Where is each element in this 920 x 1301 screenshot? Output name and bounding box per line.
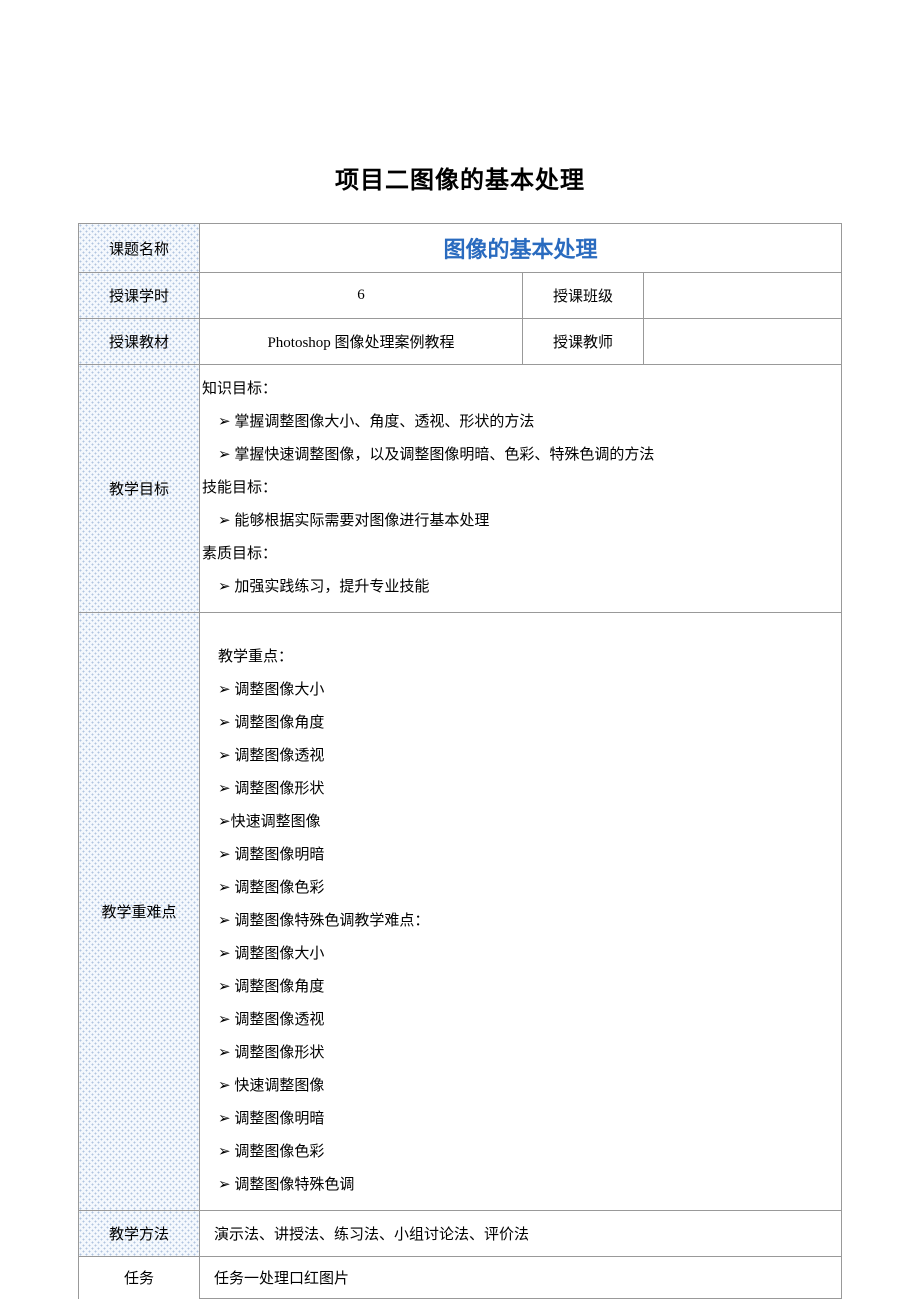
label-class: 授课班级	[523, 273, 644, 319]
objectives-skill-1: ➢ 能够根据实际需要对图像进行基本处理	[200, 505, 831, 538]
label-method: 教学方法	[79, 1211, 200, 1257]
key-point-1: ➢ 调整图像大小	[200, 674, 831, 707]
value-class	[644, 273, 842, 319]
value-topic: 图像的基本处理	[200, 224, 842, 273]
row-hours: 授课学时 6 授课班级	[79, 273, 842, 319]
page-title: 项目二图像的基本处理	[78, 160, 842, 195]
objectives-quality-heading: 素质目标：	[200, 538, 831, 571]
label-objectives: 教学目标	[79, 365, 200, 613]
value-teacher	[644, 319, 842, 365]
objectives-quality-1: ➢ 加强实践练习，提升专业技能	[200, 571, 831, 604]
key-point-6: ➢ 调整图像明暗	[200, 839, 831, 872]
row-textbook: 授课教材 Photoshop 图像处理案例教程 授课教师	[79, 319, 842, 365]
row-task: 任务 任务一处理口红图片	[79, 1257, 842, 1299]
spacer	[200, 621, 831, 641]
key-point-2: ➢ 调整图像角度	[200, 707, 831, 740]
key-point-3: ➢ 调整图像透视	[200, 740, 831, 773]
label-task: 任务	[79, 1257, 200, 1299]
objectives-knowledge-heading: 知识目标：	[200, 373, 831, 406]
label-textbook: 授课教材	[79, 319, 200, 365]
row-method: 教学方法 演示法、讲授法、练习法、小组讨论法、评价法	[79, 1211, 842, 1257]
label-teacher: 授课教师	[523, 319, 644, 365]
label-topic-name: 课题名称	[79, 224, 200, 273]
difficult-5: ➢ 快速调整图像	[200, 1070, 831, 1103]
objectives-skill-heading: 技能目标：	[200, 472, 831, 505]
label-hours: 授课学时	[79, 273, 200, 319]
key-point-heading: 教学重点：	[200, 641, 831, 674]
row-objectives: 教学目标 知识目标： ➢ 掌握调整图像大小、角度、透视、形状的方法 ➢ 掌握快速…	[79, 365, 842, 613]
value-objectives: 知识目标： ➢ 掌握调整图像大小、角度、透视、形状的方法 ➢ 掌握快速调整图像，…	[200, 365, 842, 613]
value-method: 演示法、讲授法、练习法、小组讨论法、评价法	[200, 1211, 842, 1257]
objectives-knowledge-2: ➢ 掌握快速调整图像，以及调整图像明暗、色彩、特殊色调的方法	[200, 439, 831, 472]
page: 项目二图像的基本处理 课题名称 图像的基本处理 授课学时 6 授课班级 授课教材…	[0, 0, 920, 1299]
label-key-difficult: 教学重难点	[79, 613, 200, 1211]
row-key-difficult: 教学重难点 教学重点： ➢ 调整图像大小 ➢ 调整图像角度 ➢ 调整图像透视 ➢…	[79, 613, 842, 1211]
difficult-2: ➢ 调整图像角度	[200, 971, 831, 1004]
difficult-4: ➢ 调整图像形状	[200, 1037, 831, 1070]
key-point-4: ➢ 调整图像形状	[200, 773, 831, 806]
key-point-7: ➢ 调整图像色彩	[200, 872, 831, 905]
difficult-1: ➢ 调整图像大小	[200, 938, 831, 971]
key-point-8: ➢ 调整图像特殊色调教学难点：	[200, 905, 831, 938]
value-hours: 6	[200, 273, 523, 319]
difficult-7: ➢ 调整图像色彩	[200, 1136, 831, 1169]
difficult-3: ➢ 调整图像透视	[200, 1004, 831, 1037]
difficult-6: ➢ 调整图像明暗	[200, 1103, 831, 1136]
value-task: 任务一处理口红图片	[200, 1257, 842, 1299]
objectives-knowledge-1: ➢ 掌握调整图像大小、角度、透视、形状的方法	[200, 406, 831, 439]
difficult-8: ➢ 调整图像特殊色调	[200, 1169, 831, 1202]
row-topic: 课题名称 图像的基本处理	[79, 224, 842, 273]
value-key-difficult: 教学重点： ➢ 调整图像大小 ➢ 调整图像角度 ➢ 调整图像透视 ➢ 调整图像形…	[200, 613, 842, 1211]
lesson-plan-table: 课题名称 图像的基本处理 授课学时 6 授课班级 授课教材 Photoshop …	[78, 223, 842, 1299]
key-point-5: ➢快速调整图像	[200, 806, 831, 839]
value-textbook: Photoshop 图像处理案例教程	[200, 319, 523, 365]
